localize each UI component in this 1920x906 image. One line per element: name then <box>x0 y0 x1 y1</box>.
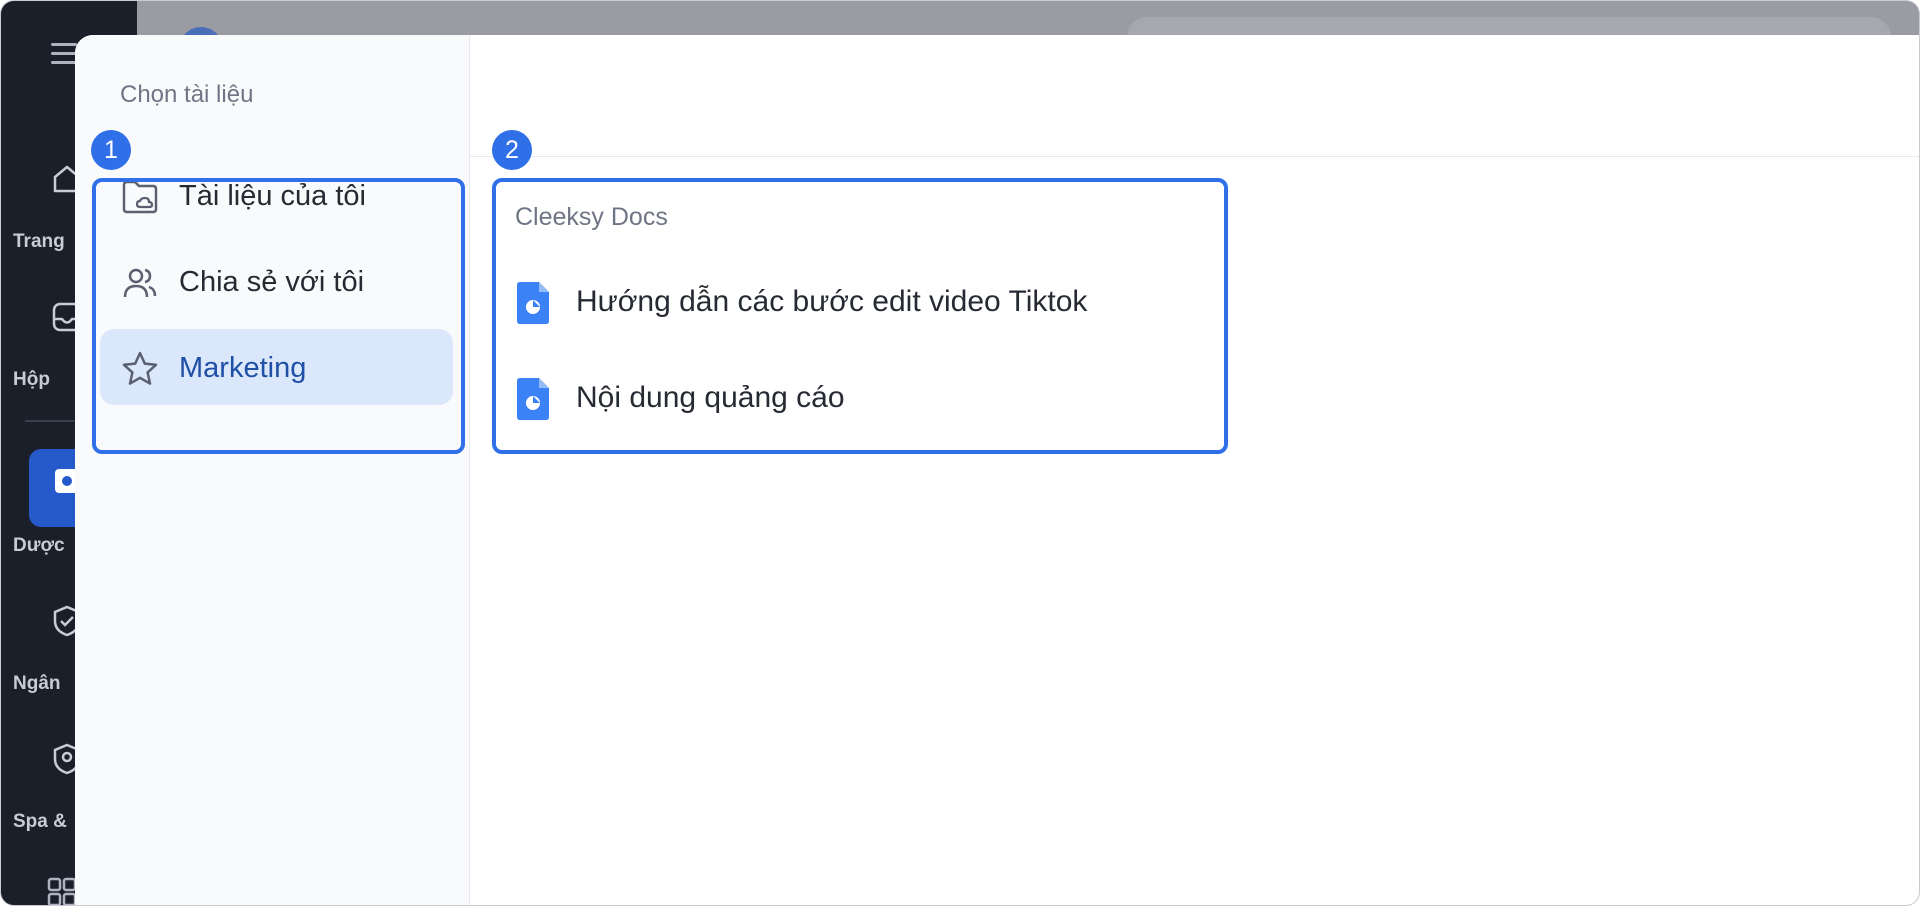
annotation-badge-2: 2 <box>492 130 532 170</box>
annotation-box-2 <box>492 178 1228 454</box>
header-divider <box>470 156 1919 157</box>
grid-icon[interactable] <box>47 877 77 906</box>
choose-document-modal: Chọn tài liệu Tài liệu của tôi Chia sẻ v… <box>75 35 1919 905</box>
rail-item-label: Dược <box>13 535 65 556</box>
app-window: Trang Hộp Dược Ngân Spa & Chọn tài liệu <box>0 0 1920 906</box>
modal-title: Chọn tài liệu <box>120 81 254 108</box>
rail-item-label: Ngân <box>13 673 61 694</box>
annotation-box-1 <box>92 178 465 454</box>
modal-sidebar: Chọn tài liệu Tài liệu của tôi Chia sẻ v… <box>75 35 470 905</box>
annotation-badge-1: 1 <box>91 130 131 170</box>
rail-item-label: Trang <box>13 231 65 252</box>
rail-item-label: Hộp <box>13 369 50 390</box>
rail-item-label: Spa & <box>13 811 67 832</box>
